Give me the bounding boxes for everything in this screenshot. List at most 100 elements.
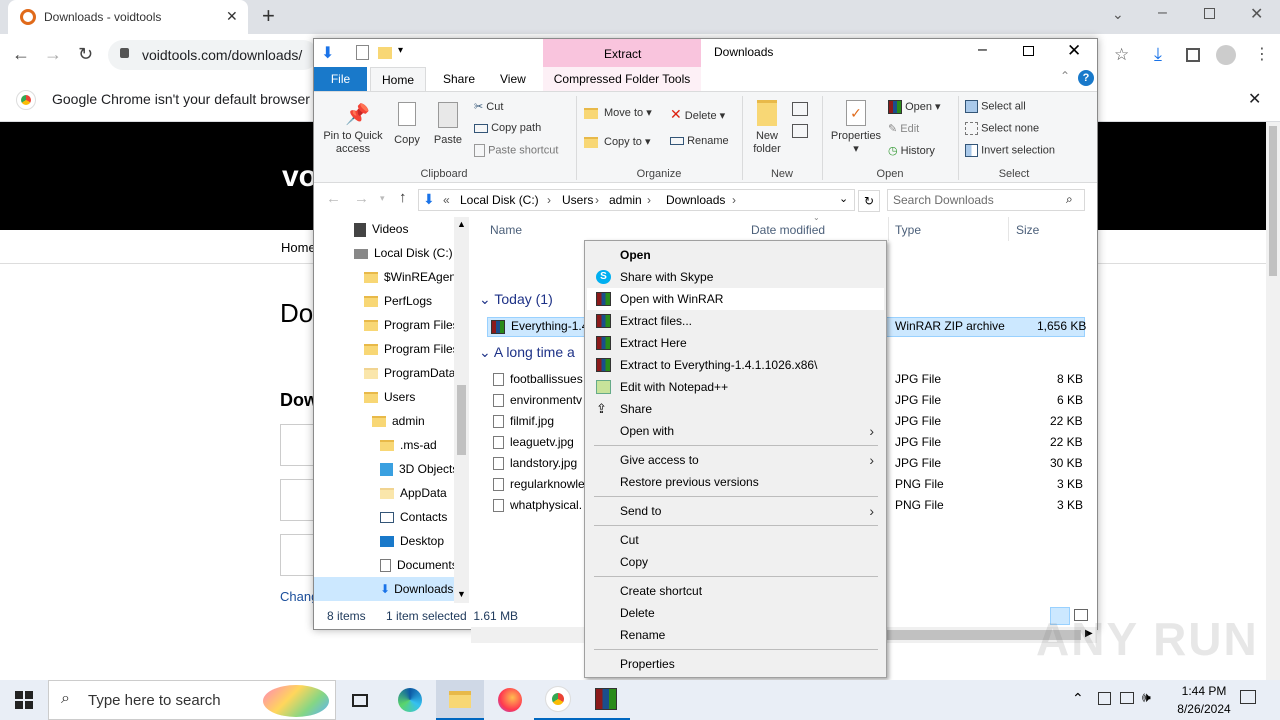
table-row[interactable]: environmentv xyxy=(493,390,582,411)
easy-access-icon[interactable] xyxy=(792,124,808,138)
page-scrollbar[interactable] xyxy=(1266,122,1280,680)
crumb-users[interactable]: Users xyxy=(562,193,593,207)
copy-button[interactable]: Copy xyxy=(390,102,424,162)
column-name[interactable]: Name xyxy=(490,223,522,237)
nav-item-admin[interactable]: admin xyxy=(372,409,425,433)
edit-button[interactable]: ✎ Edit xyxy=(888,122,919,135)
nav-item-documents[interactable]: Documents xyxy=(380,553,454,577)
restore-icon[interactable] xyxy=(1204,8,1215,19)
open-button[interactable]: Open ▾ xyxy=(888,100,941,115)
group-header-today[interactable]: ⌄ Today (1) xyxy=(479,291,553,308)
menu-item-extract-here[interactable]: Extract Here xyxy=(587,332,884,354)
menu-item-open[interactable]: Open xyxy=(587,244,884,266)
menu-item-share[interactable]: ⇪ Share xyxy=(587,398,884,420)
table-row[interactable]: leaguetv.jpg xyxy=(493,432,574,453)
clock-time[interactable]: 1:44 PM xyxy=(1174,684,1234,698)
ribbon-collapse-icon[interactable]: ⌃ xyxy=(1060,69,1070,83)
menu-icon[interactable]: ⋮ xyxy=(1254,44,1270,64)
volume-icon[interactable]: 🕪 xyxy=(1142,689,1151,706)
nav-back-icon[interactable]: ← xyxy=(326,190,341,207)
nav-item-winreagent[interactable]: $WinREAgent xyxy=(364,265,459,289)
nav-item-local-disk[interactable]: Local Disk (C:) xyxy=(354,241,453,265)
table-row[interactable]: landstory.jpg xyxy=(493,453,577,474)
menu-item-extract-files[interactable]: Extract files... xyxy=(587,310,884,332)
tab-share[interactable]: Share xyxy=(443,72,475,86)
notifications-icon[interactable] xyxy=(1240,690,1256,704)
close-window-icon[interactable]: ✕ xyxy=(1250,4,1263,24)
properties-qa-icon[interactable] xyxy=(356,45,369,60)
address-bar[interactable]: voidtools.com/downloads/ xyxy=(108,40,318,70)
firefox-button[interactable] xyxy=(486,680,534,720)
nav-item-programdata[interactable]: ProgramData xyxy=(364,361,455,385)
menu-item-send-to[interactable]: Send to › xyxy=(587,500,884,522)
site-nav-home[interactable]: Home xyxy=(281,240,316,255)
browser-tab[interactable]: Downloads - voidtools ✕ xyxy=(8,0,248,34)
clock-date[interactable]: 8/26/2024 xyxy=(1166,702,1242,716)
history-button[interactable]: ◷ History xyxy=(888,144,935,157)
address-box[interactable]: ⬇ « Local Disk (C:) › Users › admin › Do… xyxy=(418,189,855,211)
menu-item-create-shortcut[interactable]: Create shortcut xyxy=(587,580,884,602)
nav-item-perflogs[interactable]: PerfLogs xyxy=(364,289,432,313)
copy-to-button[interactable]: Copy to ▾ xyxy=(584,135,651,148)
explorer-minimize-icon[interactable]: – xyxy=(978,41,987,59)
nav-item-3d-objects[interactable]: 3D Objects xyxy=(380,457,458,481)
nav-scroll-thumb[interactable] xyxy=(457,385,466,455)
pin-quick-access-button[interactable]: 📌 Pin to Quick access xyxy=(318,102,388,162)
infobar-close-icon[interactable]: ✕ xyxy=(1248,89,1261,109)
crumb-downloads[interactable]: Downloads xyxy=(666,193,725,207)
quick-access-down-icon[interactable]: ⬇ xyxy=(321,43,334,63)
edge-button[interactable] xyxy=(386,680,434,720)
nav-item-users[interactable]: Users xyxy=(364,385,415,409)
properties-button[interactable]: ✓ Properties ▾ xyxy=(828,100,884,162)
taskbar-search-input[interactable]: ⌕ Type here to search xyxy=(48,680,336,720)
explorer-close-icon[interactable]: ✕ xyxy=(1067,41,1081,61)
page-scrollbar-thumb[interactable] xyxy=(1269,126,1277,276)
nav-item-downloads[interactable]: ⬇ Downloads xyxy=(380,577,454,601)
menu-item-open-with[interactable]: Open with › xyxy=(587,420,884,442)
new-item-icon[interactable] xyxy=(792,102,808,116)
delete-button[interactable]: ✕ Delete ▾ xyxy=(670,106,725,123)
crumb-admin[interactable]: admin xyxy=(609,193,642,207)
help-icon[interactable]: ? xyxy=(1078,70,1094,86)
tab-home[interactable]: Home xyxy=(370,67,426,92)
cut-button[interactable]: ✂ Cut xyxy=(474,100,503,113)
table-row[interactable]: filmif.jpg xyxy=(493,411,554,432)
nav-scrollbar[interactable]: ▲ ▼ xyxy=(454,217,469,603)
back-icon[interactable]: ← xyxy=(12,44,30,65)
tab-compressed-folder-tools[interactable]: Compressed Folder Tools xyxy=(543,67,701,91)
column-date-modified[interactable]: Date modified xyxy=(751,223,825,237)
tab-search-icon[interactable]: ⌄ xyxy=(1112,6,1124,23)
move-to-button[interactable]: Move to ▾ xyxy=(584,106,652,119)
minimize-icon[interactable]: – xyxy=(1158,4,1167,22)
table-row[interactable]: whatphysical. xyxy=(493,495,582,516)
paste-shortcut-button[interactable]: Paste shortcut xyxy=(474,144,558,157)
nav-item-contacts[interactable]: Contacts xyxy=(380,505,447,529)
paste-button[interactable]: Paste xyxy=(431,102,465,162)
menu-item-rename[interactable]: Rename xyxy=(587,624,884,646)
menu-item-delete[interactable]: Delete xyxy=(587,602,884,624)
menu-item-copy[interactable]: Copy xyxy=(587,551,884,573)
menu-item-give-access[interactable]: Give access to › xyxy=(587,449,884,471)
nav-scroll-up-icon[interactable]: ▲ xyxy=(457,219,466,229)
copy-path-button[interactable]: Copy path xyxy=(474,122,541,134)
chrome-button[interactable] xyxy=(534,680,582,720)
nav-scroll-down-icon[interactable]: ▼ xyxy=(457,589,466,599)
nav-up-icon[interactable]: ↑ xyxy=(399,189,407,206)
nav-item-program-files-x86[interactable]: Program Files xyxy=(364,337,459,361)
qa-dropdown-icon[interactable]: ▾ xyxy=(398,45,403,56)
nav-item-desktop[interactable]: Desktop xyxy=(380,529,444,553)
recent-dropdown-icon[interactable]: ▾ xyxy=(380,193,385,204)
download-icon[interactable]: ⤓ xyxy=(1154,44,1162,65)
table-row[interactable]: regularknowle xyxy=(493,474,585,495)
address-dropdown-icon[interactable]: ⌄ xyxy=(839,192,848,205)
reload-icon[interactable]: ↻ xyxy=(78,44,93,65)
tray-device-icon[interactable] xyxy=(1098,692,1111,705)
new-folder-qa-icon[interactable] xyxy=(378,47,392,59)
menu-item-cut[interactable]: Cut xyxy=(587,529,884,551)
tab-view[interactable]: View xyxy=(500,72,526,86)
search-downloads-input[interactable]: Search Downloads ⌕ xyxy=(887,189,1085,211)
network-icon[interactable] xyxy=(1120,692,1134,704)
start-button[interactable] xyxy=(0,680,48,720)
menu-item-open-winrar[interactable]: Open with WinRAR xyxy=(587,288,884,310)
nav-item-program-files[interactable]: Program Files xyxy=(364,313,459,337)
